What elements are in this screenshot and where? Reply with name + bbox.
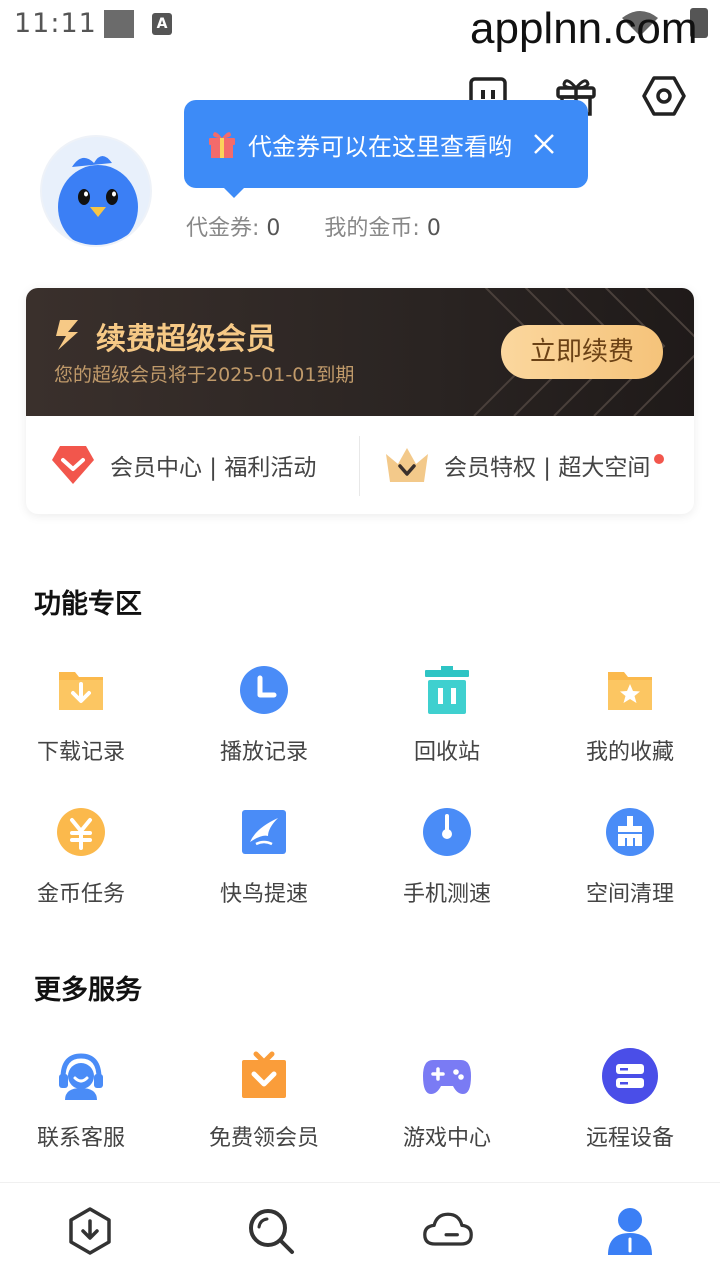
coin-icon bbox=[57, 808, 105, 856]
status-time: 11:11 bbox=[14, 8, 97, 39]
download-history-item[interactable]: 下载记录 bbox=[0, 664, 171, 784]
status-bar: 11:11 A applnn.com bbox=[0, 0, 720, 53]
customer-service-item[interactable]: 联系客服 bbox=[0, 1050, 171, 1170]
space-cleanup-item[interactable]: 空间清理 bbox=[540, 806, 720, 926]
close-icon[interactable] bbox=[530, 130, 558, 158]
nav-profile-icon[interactable] bbox=[604, 1205, 656, 1257]
notification-dot bbox=[654, 454, 665, 464]
play-history-item[interactable]: 播放记录 bbox=[174, 664, 354, 784]
trash-icon bbox=[425, 666, 469, 714]
coin-tasks-label: 金币任务 bbox=[36, 882, 125, 907]
game-center-label: 游戏中心 bbox=[402, 1126, 491, 1151]
tooltip-arrow bbox=[222, 186, 246, 198]
coin-label: 我的金币: bbox=[324, 216, 427, 241]
nav-cloud-icon[interactable] bbox=[422, 1205, 474, 1257]
features-title: 功能专区 bbox=[34, 589, 142, 620]
favorites-item[interactable]: 我的收藏 bbox=[540, 664, 720, 784]
recycle-bin-label: 回收站 bbox=[413, 740, 480, 765]
notification-icon bbox=[104, 10, 134, 38]
nav-download-icon[interactable] bbox=[64, 1205, 116, 1257]
download-folder-icon bbox=[59, 672, 103, 710]
vip-card: 续费超级会员 您的超级会员将于2025-01-01到期 立即续费 会员中心 | … bbox=[26, 288, 694, 514]
crown-icon bbox=[386, 448, 428, 482]
member-privilege-link[interactable]: 会员特权 | 超大空间 bbox=[384, 416, 665, 514]
space-cleanup-label: 空间清理 bbox=[585, 882, 674, 907]
watermark-text: applnn.com bbox=[470, 4, 698, 53]
coin-value: 0 bbox=[426, 216, 441, 241]
tooltip-text: 代金券可以在这里查看哟 bbox=[248, 133, 512, 161]
download-history-label: 下载记录 bbox=[36, 740, 125, 765]
member-center-link[interactable]: 会员中心 | 福利活动 bbox=[50, 416, 316, 514]
voucher-tooltip: 代金券可以在这里查看哟 bbox=[184, 100, 588, 188]
divider bbox=[359, 436, 360, 496]
remote-device-label: 远程设备 bbox=[585, 1126, 674, 1151]
phone-speed-test-label: 手机测速 bbox=[402, 882, 491, 907]
account-stats: 代金券: 0 我的金币: 0 bbox=[186, 210, 441, 242]
vip-bolt-icon bbox=[56, 320, 78, 350]
settings-icon[interactable] bbox=[642, 74, 686, 118]
customer-service-label: 联系客服 bbox=[36, 1126, 125, 1151]
free-membership-item[interactable]: 免费领会员 bbox=[174, 1050, 354, 1170]
gift-icon bbox=[209, 132, 235, 158]
vip-banner[interactable]: 续费超级会员 您的超级会员将于2025-01-01到期 立即续费 bbox=[26, 288, 694, 416]
voucher-stat[interactable]: 代金券: 0 bbox=[186, 216, 280, 241]
recycle-bin-item[interactable]: 回收站 bbox=[357, 664, 537, 784]
member-center-label: 会员中心 | 福利活动 bbox=[110, 455, 317, 481]
broom-icon bbox=[606, 808, 654, 856]
avatar[interactable] bbox=[40, 135, 152, 247]
clock-icon bbox=[240, 666, 288, 714]
vip-title: 续费超级会员 bbox=[96, 322, 276, 357]
headset-icon bbox=[59, 1053, 103, 1100]
member-center-icon bbox=[52, 446, 94, 484]
remote-device-item[interactable]: 远程设备 bbox=[540, 1048, 720, 1170]
bird-speed-icon bbox=[242, 810, 286, 854]
nav-search-icon[interactable] bbox=[245, 1205, 297, 1257]
keyboard-icon: A bbox=[152, 13, 172, 35]
favorites-label: 我的收藏 bbox=[585, 740, 674, 765]
bottom-nav bbox=[0, 1182, 720, 1280]
phone-speed-test-item[interactable]: 手机测速 bbox=[357, 806, 537, 926]
speed-gauge-icon bbox=[423, 808, 471, 856]
member-privilege-label: 会员特权 | 超大空间 bbox=[444, 455, 651, 481]
speed-boost-label: 快鸟提速 bbox=[219, 882, 308, 907]
voucher-value: 0 bbox=[266, 216, 281, 241]
gamepad-icon bbox=[423, 1060, 471, 1094]
speed-boost-item[interactable]: 快鸟提速 bbox=[174, 806, 354, 926]
coin-stat[interactable]: 我的金币: 0 bbox=[324, 216, 440, 241]
star-folder-icon bbox=[608, 672, 652, 710]
renew-button[interactable]: 立即续费 bbox=[501, 325, 663, 379]
bird-avatar-icon bbox=[58, 156, 138, 245]
vip-subtitle: 您的超级会员将于2025-01-01到期 bbox=[54, 364, 355, 386]
coin-tasks-item[interactable]: 金币任务 bbox=[0, 806, 171, 926]
gift-box-icon bbox=[242, 1051, 286, 1098]
free-membership-label: 免费领会员 bbox=[208, 1126, 319, 1151]
game-center-item[interactable]: 游戏中心 bbox=[357, 1050, 537, 1170]
play-history-label: 播放记录 bbox=[219, 740, 308, 765]
server-icon bbox=[602, 1048, 658, 1104]
voucher-label: 代金券: bbox=[186, 216, 267, 241]
services-title: 更多服务 bbox=[34, 975, 142, 1006]
